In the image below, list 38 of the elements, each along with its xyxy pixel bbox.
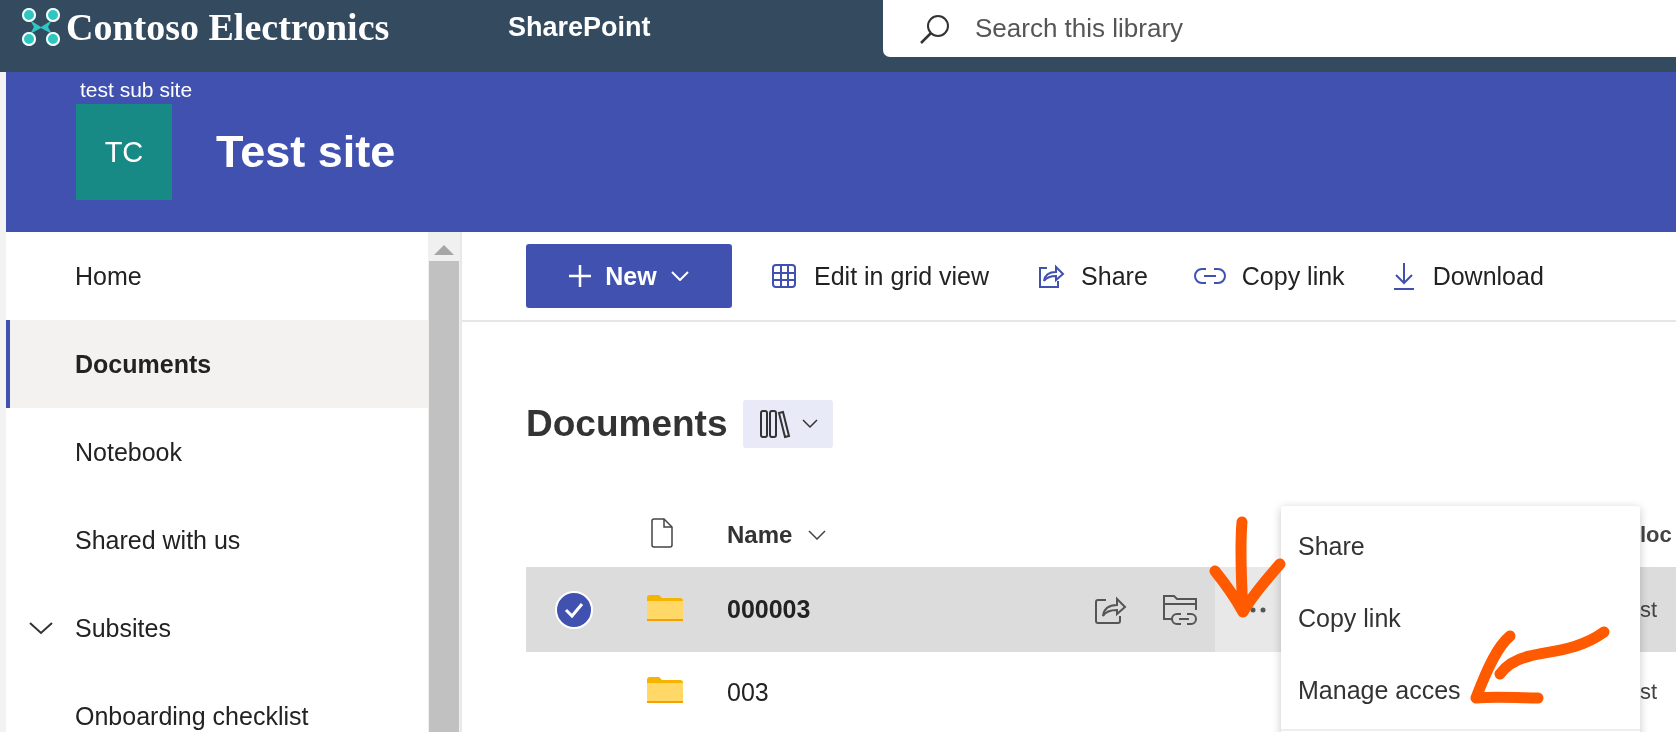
nav-item[interactable]: Documents — [6, 320, 428, 408]
scrollbar[interactable] — [428, 232, 462, 732]
app-name[interactable]: SharePoint — [508, 0, 883, 54]
menu-item[interactable]: Manage acces — [1281, 654, 1640, 726]
search-icon — [919, 12, 951, 45]
folder-icon — [647, 676, 683, 705]
menu-item[interactable]: Copy link — [1281, 582, 1640, 654]
new-button[interactable]: New — [526, 244, 732, 308]
grid-icon — [770, 262, 798, 290]
toolbar-button[interactable]: Download — [1390, 261, 1544, 291]
file-icon — [650, 516, 674, 549]
folder-link-button[interactable] — [1162, 592, 1198, 627]
toolbar-button[interactable]: Copy link — [1193, 261, 1345, 291]
brand-name: Contoso Electronics — [66, 5, 390, 49]
chevron-icon — [670, 271, 689, 281]
chevron-icon — [808, 529, 827, 540]
checkmark-icon[interactable] — [554, 589, 594, 630]
site-logo: TC — [76, 104, 172, 200]
parent-site-link[interactable]: test sub site — [80, 78, 193, 102]
search-bar[interactable]: Search this library — [883, 0, 1676, 57]
site-title[interactable]: Test site — [216, 126, 396, 178]
folder-icon — [647, 593, 683, 622]
toolbar-button[interactable]: Share — [1035, 261, 1148, 291]
search-field[interactable]: Search this library — [973, 12, 1577, 45]
table-cell-text: st — [1640, 679, 1659, 706]
file-name[interactable]: 003 — [727, 677, 1075, 707]
toolbar-button[interactable]: Edit in grid view — [770, 261, 990, 291]
column-header[interactable]: Name — [727, 520, 1075, 549]
plus-icon — [569, 265, 592, 287]
chevron-icon — [802, 419, 819, 430]
logo-icon — [20, 6, 62, 48]
column-header[interactable]: loc — [1640, 521, 1676, 548]
table-cell-text: st — [1640, 596, 1659, 623]
library-title: Documents — [526, 403, 728, 446]
chevron-icon[interactable] — [28, 620, 54, 636]
link-icon — [1193, 266, 1226, 286]
file-name[interactable]: 000003 — [727, 595, 1075, 625]
view-switcher-button[interactable] — [743, 400, 834, 449]
